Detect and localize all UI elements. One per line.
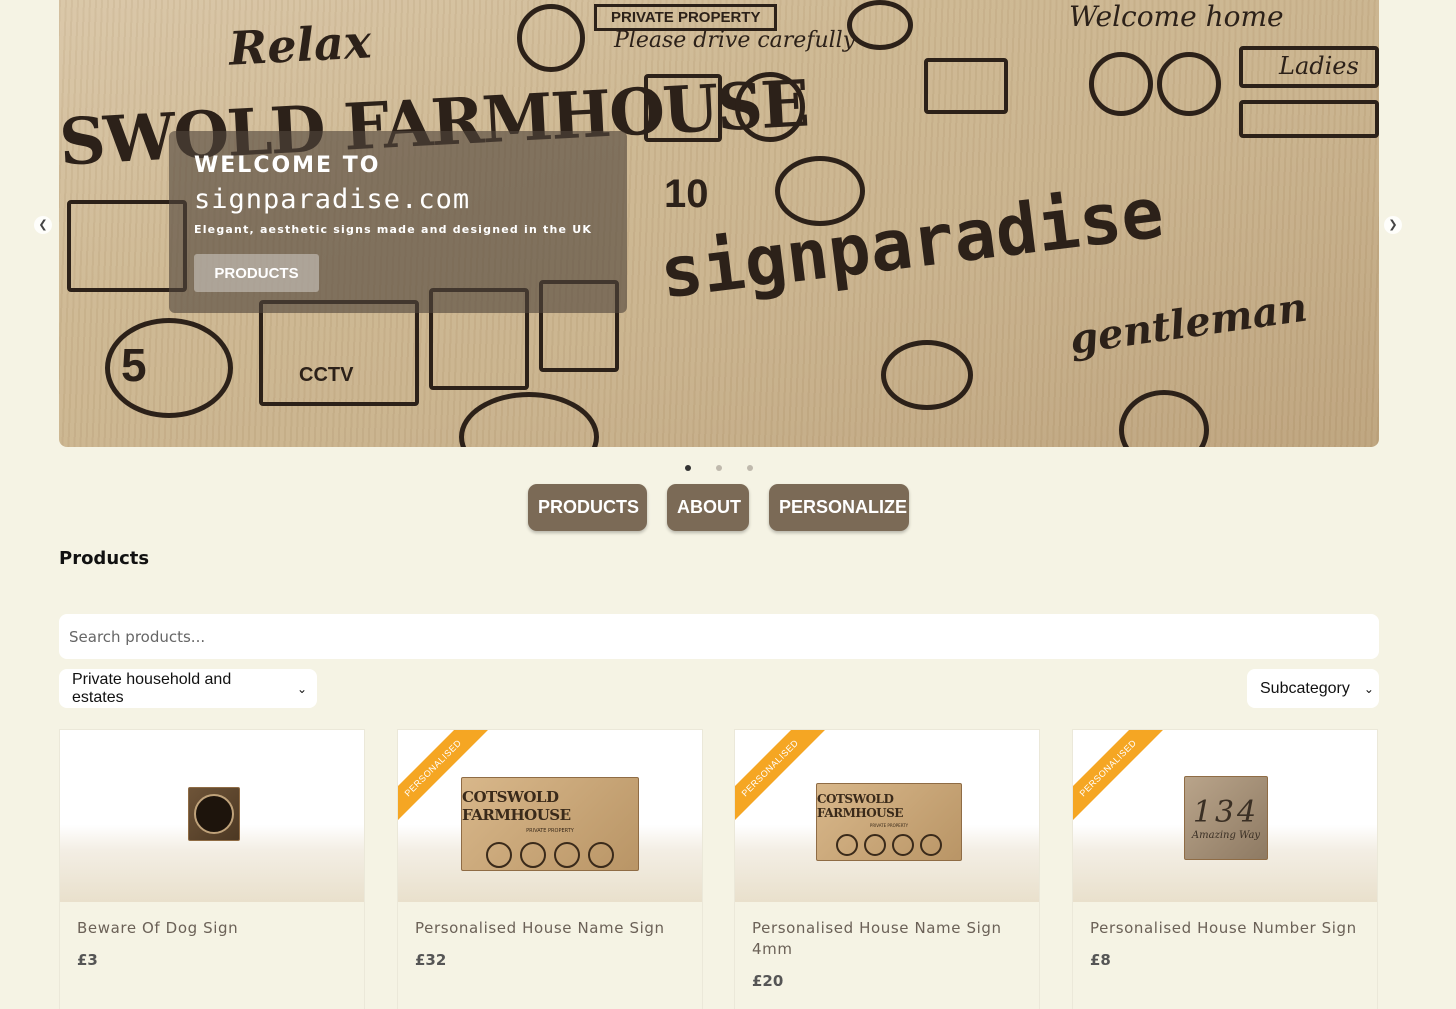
house-number-sign-graphic: 134 Amazing Way [1184, 776, 1268, 860]
carousel-indicators [685, 465, 753, 471]
speed-limit-icon [864, 834, 886, 856]
carousel-dot-1[interactable] [685, 465, 691, 471]
engraving-ring [1119, 390, 1209, 447]
hero-carousel: Relax PRIVATE PROPERTY Please drive care… [59, 0, 1379, 447]
product-card[interactable]: 134 Amazing Way PERSONALISED Personalise… [1072, 729, 1378, 1009]
search-input[interactable] [59, 614, 1379, 659]
dog-icon [920, 834, 942, 856]
engraving-please: Please drive carefully [614, 28, 856, 53]
product-price: £20 [752, 972, 784, 990]
sign-subtitle: PRIVATE PROPERTY [869, 823, 909, 828]
sign-street: Amazing Way [1191, 830, 1261, 841]
hero-tagline: Elegant, aesthetic signs made and design… [194, 223, 593, 236]
children-icon [892, 834, 914, 856]
engraving-ring [105, 318, 233, 418]
product-image[interactable] [60, 730, 364, 902]
engraving-box [1239, 100, 1379, 138]
engraving-ring [1089, 52, 1153, 116]
hero-kicker: WELCOME TO [194, 153, 381, 178]
engraving-ring [735, 72, 805, 142]
engraving-ring [1157, 52, 1221, 116]
hero-domain: signparadise.com [194, 184, 471, 215]
sign-icons [486, 842, 614, 868]
cctv-icon [486, 842, 512, 868]
engraving-box [259, 300, 419, 406]
chevron-down-icon: ⌄ [1363, 681, 1374, 696]
product-card[interactable]: COTSWOLD FARMHOUSE PRIVATE PROPERTY PERS… [397, 729, 703, 1009]
engraving-box [644, 74, 722, 142]
carousel-dot-3[interactable] [747, 465, 753, 471]
dog-icon [194, 794, 234, 834]
category-select[interactable]: Private household and estates ⌄ [59, 669, 317, 708]
chevron-down-icon: ⌄ [296, 681, 307, 696]
sign-number: 134 [1192, 795, 1260, 830]
main-nav: PRODUCTS ABOUT PERSONALIZE [528, 484, 909, 531]
product-price: £32 [415, 951, 447, 969]
speed-limit-icon [520, 842, 546, 868]
product-name[interactable]: Beware Of Dog Sign [60, 902, 364, 939]
chevron-left-icon[interactable]: ❮ [34, 216, 52, 234]
subcategory-select[interactable]: Subcategory ⌄ [1247, 669, 1379, 708]
category-select-value: Private household and estates [72, 670, 232, 706]
engraving-ring [881, 340, 973, 410]
engraving-ring [517, 4, 585, 72]
hero-products-button[interactable]: PRODUCTS [194, 254, 319, 292]
engraving-gentleman: gentleman [1066, 283, 1311, 364]
product-card[interactable]: COTSWOLD FARMHOUSE PRIVATE PROPERTY PERS… [734, 729, 1040, 1009]
product-price: £3 [77, 951, 98, 969]
product-name[interactable]: Personalised House Name Sign [398, 902, 702, 939]
house-name-sign-graphic: COTSWOLD FARMHOUSE PRIVATE PROPERTY [461, 777, 639, 871]
personalised-ribbon: PERSONALISED [1073, 730, 1170, 830]
nav-about-button[interactable]: ABOUT [667, 484, 749, 531]
products-heading: Products [59, 548, 150, 569]
chevron-right-icon[interactable]: ❯ [1384, 216, 1402, 234]
product-image[interactable]: COTSWOLD FARMHOUSE PRIVATE PROPERTY PERS… [735, 730, 1039, 902]
engraving-ring [775, 156, 865, 226]
house-name-sign-graphic: COTSWOLD FARMHOUSE PRIVATE PROPERTY [816, 783, 962, 861]
nav-personalize-button[interactable]: PERSONALIZE [769, 484, 909, 531]
cctv-icon [836, 834, 858, 856]
engraving-ring [459, 392, 599, 447]
sign-subtitle: PRIVATE PROPERTY [526, 828, 574, 834]
engraving-ring [847, 0, 913, 50]
engraving-welcome: Welcome home [1069, 0, 1284, 33]
hero-welcome-panel: WELCOME TO signparadise.com Elegant, aes… [169, 131, 627, 313]
product-card[interactable]: Beware Of Dog Sign £3 [59, 729, 365, 1009]
product-image[interactable]: 134 Amazing Way PERSONALISED [1073, 730, 1377, 902]
sign-title: COTSWOLD FARMHOUSE [462, 788, 571, 824]
engraving-brand: signparadise [655, 171, 1168, 315]
children-icon [554, 842, 580, 868]
nav-products-button[interactable]: PRODUCTS [528, 484, 647, 531]
sign-title: COTSWOLD FARMHOUSE [817, 792, 903, 820]
engraving-box [924, 58, 1008, 114]
product-name[interactable]: Personalised House Name Sign 4mm [735, 902, 1039, 960]
engraving-box [1239, 46, 1379, 88]
product-image[interactable]: COTSWOLD FARMHOUSE PRIVATE PROPERTY PERS… [398, 730, 702, 902]
engraving-private: PRIVATE PROPERTY [594, 4, 778, 31]
dog-sign-graphic [188, 787, 240, 841]
product-name[interactable]: Personalised House Number Sign [1073, 902, 1377, 939]
carousel-dot-2[interactable] [716, 465, 722, 471]
product-price: £8 [1090, 951, 1111, 969]
engraving-relax: Relax [227, 14, 373, 76]
engraving-ten: 10 [664, 172, 709, 216]
sign-icons [836, 834, 942, 856]
dog-icon [588, 842, 614, 868]
subcategory-select-value: Subcategory [1260, 679, 1350, 697]
